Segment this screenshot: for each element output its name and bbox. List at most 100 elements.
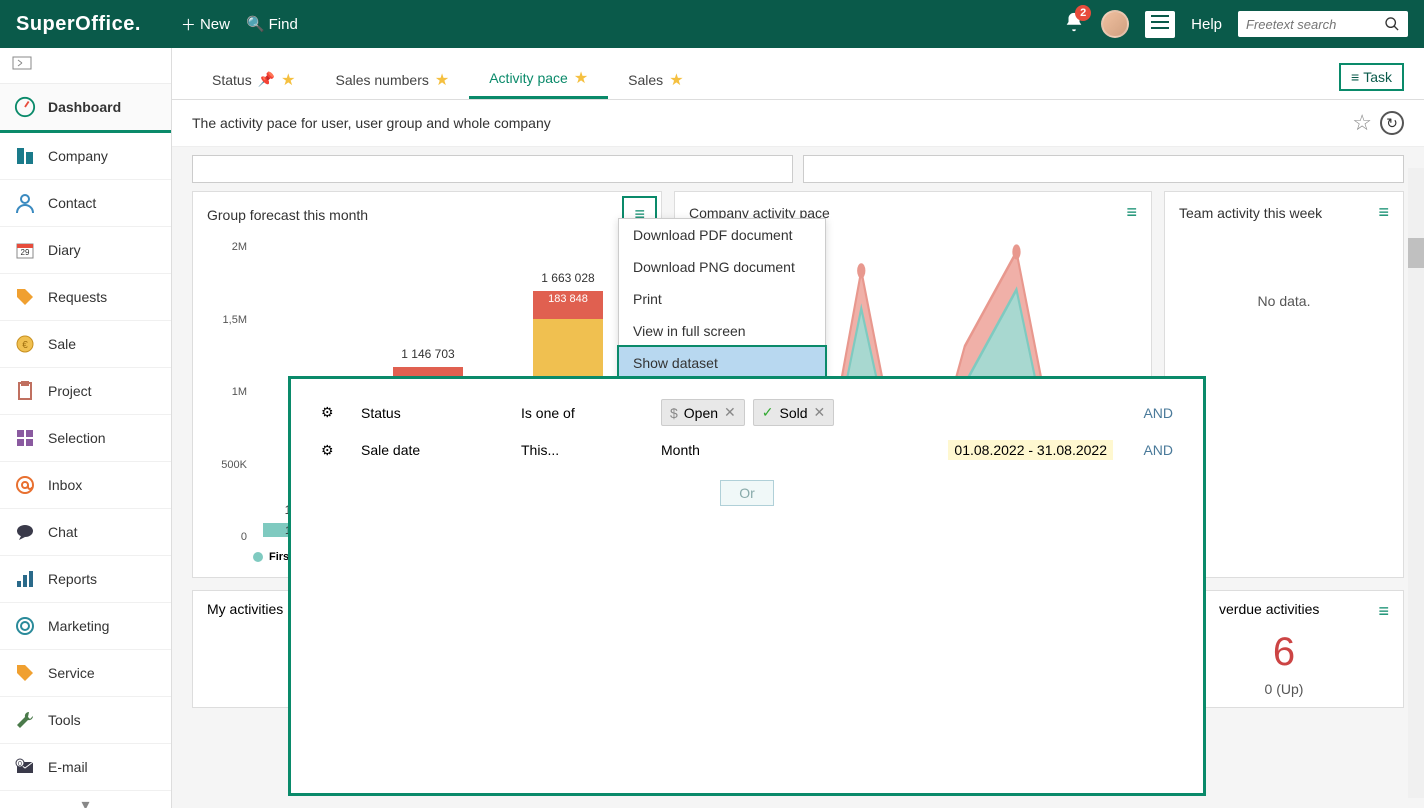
menu-item-download-pdf-document[interactable]: Download PDF document: [619, 219, 825, 251]
close-icon[interactable]: ✕: [814, 404, 826, 421]
tab-sales-numbers[interactable]: Sales numbers ★: [315, 60, 469, 99]
link-icon: ⚙: [321, 442, 341, 459]
new-button[interactable]: ＋New: [181, 14, 230, 35]
sidebar-item-label: E-mail: [48, 759, 88, 775]
wrench-icon: [14, 709, 36, 731]
notifications-button[interactable]: 2: [1063, 11, 1085, 38]
app-header: SuperOffice. ＋New 🔍Find 2 Help: [0, 0, 1424, 48]
sidebar-item-label: Contact: [48, 195, 96, 211]
hamburger-icon: [1151, 15, 1169, 29]
field-label: Sale date: [361, 442, 501, 458]
dashboard-description: The activity pace for user, user group a…: [192, 115, 551, 131]
sidebar-item-label: Dashboard: [48, 99, 121, 115]
bars-icon: [14, 568, 36, 590]
panel-title: Team activity this week: [1179, 205, 1322, 221]
menu-item-download-png-document[interactable]: Download PNG document: [619, 251, 825, 283]
sidebar-item-diary[interactable]: 29Diary: [0, 227, 171, 274]
chip-sold[interactable]: ✓Sold✕: [753, 399, 835, 426]
bubble-icon: [14, 521, 36, 543]
favorite-toggle[interactable]: ☆: [1352, 110, 1372, 136]
search-input[interactable]: [1246, 17, 1384, 32]
tab-label: Status: [212, 72, 252, 88]
sidebar-item-label: Project: [48, 383, 92, 399]
sidebar-item-label: Selection: [48, 430, 106, 446]
check-icon: ✓: [762, 404, 774, 421]
star-icon[interactable]: ★: [574, 68, 588, 88]
logic-label: AND: [1133, 405, 1173, 421]
sidebar-item-selection[interactable]: Selection: [0, 415, 171, 462]
no-data-label: No data.: [1165, 233, 1403, 369]
sidebar-item-label: Reports: [48, 571, 97, 587]
sidebar-item-dashboard[interactable]: Dashboard: [0, 84, 171, 133]
sidebar-item-label: Requests: [48, 289, 107, 305]
panel-menu-button[interactable]: ≡: [1378, 601, 1389, 622]
star-icon[interactable]: ★: [435, 70, 449, 90]
close-icon[interactable]: ✕: [724, 404, 736, 421]
envelope-icon: 0: [14, 756, 36, 778]
search-icon[interactable]: [1384, 15, 1400, 33]
menu-item-view-in-full-screen[interactable]: View in full screen: [619, 315, 825, 347]
sidebar-item-e-mail[interactable]: 0 E-mail: [0, 744, 171, 791]
collapse-icon: [12, 56, 32, 70]
dataset-modal: ⚙ Status Is one of $Open✕ ✓Sold✕ AND ⚙ S…: [288, 376, 1206, 796]
chip-open[interactable]: $Open✕: [661, 399, 745, 426]
dashboard-tabs: Status 📌 ★Sales numbers ★Activity pace ★…: [172, 48, 1424, 100]
gauge-icon: [14, 96, 36, 118]
sidebar-item-label: Service: [48, 665, 95, 681]
sidebar-item-label: Chat: [48, 524, 78, 540]
tag-icon: [14, 286, 36, 308]
sidebar-item-company[interactable]: Company: [0, 133, 171, 180]
tab-activity-pace[interactable]: Activity pace ★: [469, 60, 608, 99]
field-label: Status: [361, 405, 501, 421]
sidebar-item-inbox[interactable]: Inbox: [0, 462, 171, 509]
sidebar-item-marketing[interactable]: Marketing: [0, 603, 171, 650]
sidebar-item-reports[interactable]: Reports: [0, 556, 171, 603]
sidebar-scroll-down[interactable]: ▾: [0, 791, 171, 808]
sidebar-item-project[interactable]: Project: [0, 368, 171, 415]
tab-label: Activity pace: [489, 70, 568, 86]
sidebar-item-label: Marketing: [48, 618, 109, 634]
tab-label: Sales numbers: [335, 72, 428, 88]
sidebar-item-chat[interactable]: Chat: [0, 509, 171, 556]
star-icon[interactable]: ★: [281, 70, 295, 90]
filter-box-2[interactable]: [803, 155, 1404, 183]
svg-text:29: 29: [21, 248, 30, 257]
sidebar-item-sale[interactable]: €Sale: [0, 321, 171, 368]
link-icon: ⚙: [321, 404, 341, 421]
menu-item-print[interactable]: Print: [619, 283, 825, 315]
sidebar-collapse-button[interactable]: [0, 48, 171, 84]
overdue-count: 6: [1179, 630, 1389, 675]
operator-label: Is one of: [521, 405, 641, 421]
sidebar-item-service[interactable]: Service: [0, 650, 171, 697]
help-link[interactable]: Help: [1191, 16, 1222, 33]
filter-row-status: ⚙ Status Is one of $Open✕ ✓Sold✕ AND: [321, 399, 1173, 426]
overdue-sub: 0 (Up): [1179, 681, 1389, 697]
filter-box-1[interactable]: [192, 155, 793, 183]
pin-icon: 📌: [258, 71, 275, 88]
panel-menu-button[interactable]: ≡: [1378, 202, 1389, 223]
filter-row: [172, 147, 1424, 191]
dashboard-description-row: The activity pace for user, user group a…: [172, 100, 1424, 147]
sidebar-item-contact[interactable]: Contact: [0, 180, 171, 227]
target-icon: [14, 615, 36, 637]
refresh-button[interactable]: ↻: [1380, 111, 1404, 135]
star-icon[interactable]: ★: [669, 70, 683, 90]
main-menu-button[interactable]: [1145, 11, 1175, 38]
dollar-icon: $: [670, 405, 678, 421]
find-button[interactable]: 🔍Find: [246, 15, 298, 33]
vertical-scrollbar[interactable]: [1408, 168, 1424, 798]
user-avatar[interactable]: [1101, 10, 1129, 38]
tab-sales[interactable]: Sales ★: [608, 60, 703, 99]
sidebar-item-label: Company: [48, 148, 108, 164]
search-box: [1238, 11, 1408, 37]
tag2-icon: [14, 662, 36, 684]
task-button[interactable]: ≡Task: [1339, 63, 1404, 91]
svg-text:0: 0: [18, 761, 22, 768]
panel-menu-button[interactable]: ≡: [1126, 202, 1137, 223]
sidebar: Dashboard Company Contact 29Diary Requests €S…: [0, 48, 172, 808]
sidebar-item-tools[interactable]: Tools: [0, 697, 171, 744]
sidebar-item-requests[interactable]: Requests: [0, 274, 171, 321]
sidebar-item-label: Tools: [48, 712, 81, 728]
or-button[interactable]: Or: [720, 480, 774, 506]
tab-status[interactable]: Status 📌 ★: [192, 60, 315, 99]
